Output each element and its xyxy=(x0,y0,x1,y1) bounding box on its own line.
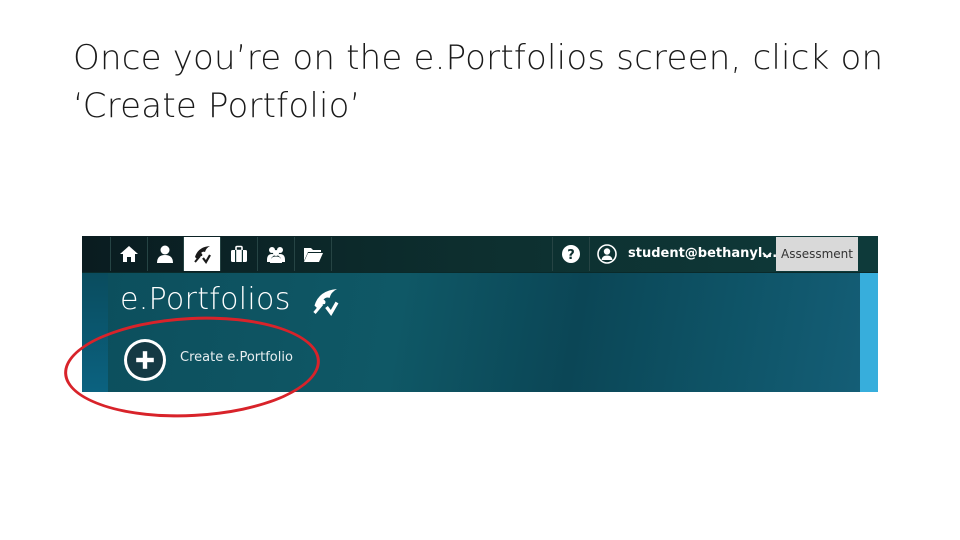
user-account-menu[interactable]: student@bethanyl... xyxy=(628,236,777,272)
svg-text:?: ? xyxy=(567,248,575,263)
eportfolio-button[interactable] xyxy=(184,237,221,271)
account-button[interactable] xyxy=(589,237,625,271)
groups-icon xyxy=(267,247,285,263)
folder-button[interactable] xyxy=(295,237,332,271)
question-icon: ? xyxy=(562,245,580,263)
right-accent-strip xyxy=(860,272,878,392)
assessment-button[interactable]: Assessment xyxy=(776,237,858,271)
profile-button[interactable] xyxy=(147,237,184,271)
home-button[interactable] xyxy=(110,237,148,271)
eportfolio-icon xyxy=(194,246,211,264)
slide-title: Once you’re on the e.Portfolios screen, … xyxy=(73,38,884,126)
briefcase-icon xyxy=(231,245,247,262)
briefcase-button[interactable] xyxy=(221,237,258,271)
eportfolio-icon xyxy=(313,289,339,316)
groups-button[interactable] xyxy=(258,237,295,271)
top-navigation-bar: ? student@bethanyl... Assessment xyxy=(82,236,878,273)
user-circle-icon xyxy=(597,244,617,264)
folder-icon xyxy=(304,248,323,262)
home-icon xyxy=(120,246,138,262)
user-icon xyxy=(157,245,173,263)
page-heading: e.Portfolios xyxy=(120,282,291,317)
chevron-down-icon[interactable] xyxy=(762,250,772,260)
help-button[interactable]: ? xyxy=(552,237,590,271)
